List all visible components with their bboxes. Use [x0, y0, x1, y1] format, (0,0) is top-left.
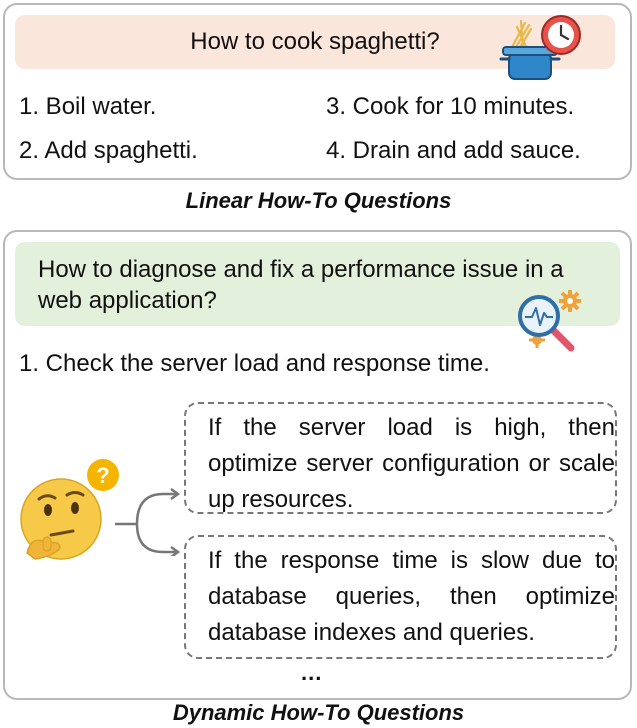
branch-2-text: If the response time is slow due to data…: [208, 547, 615, 646]
linear-step-3: 3. Cook for 10 minutes.: [326, 93, 575, 120]
linear-caption: Linear How-To Questions: [185, 188, 452, 213]
branch-option-2: If the response time is slow due to data…: [184, 535, 617, 659]
branch-1-text: If the server load is high, then optimiz…: [208, 414, 615, 513]
linear-howto-panel: How to cook spaghetti? 1. Boil water. 2.…: [3, 3, 632, 180]
linear-step-1: 1. Boil water.: [19, 93, 157, 120]
question-mark-icon: ?: [96, 463, 109, 488]
dynamic-howto-panel: How to diagnose and fix a performance is…: [3, 230, 632, 700]
dynamic-step-1: 1. Check the server load and response ti…: [19, 350, 490, 377]
branch-option-1: If the server load is high, then optimiz…: [184, 402, 617, 514]
branch-connector: [115, 487, 181, 556]
linear-step-4: 4. Drain and add sauce.: [326, 137, 581, 164]
cooking-pot-clock-icon: [499, 15, 581, 80]
thinking-face-icon: ?: [20, 459, 119, 560]
more-branches-ellipsis: ...: [301, 660, 323, 685]
linear-step-2: 2. Add spaghetti.: [19, 137, 198, 164]
magnifier-gears-icon: [518, 290, 581, 352]
dynamic-caption: Dynamic How-To Questions: [172, 700, 465, 725]
